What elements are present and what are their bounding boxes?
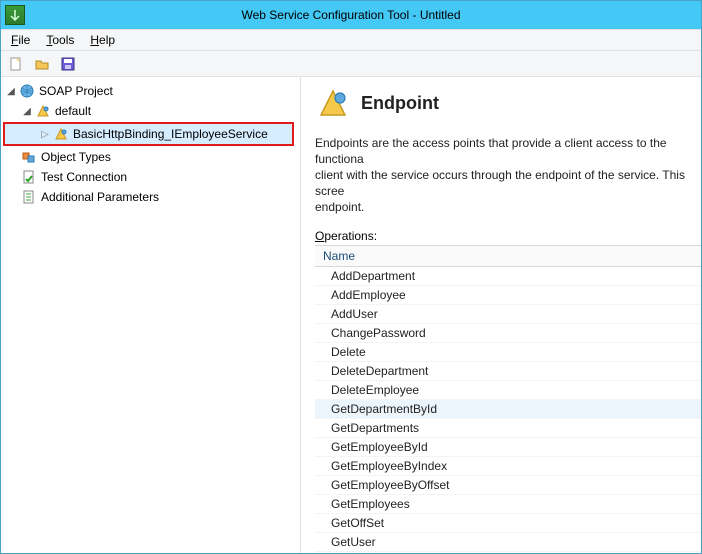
operation-row[interactable]: DeleteDepartment xyxy=(315,362,701,381)
operation-row[interactable]: GetUsers xyxy=(315,552,701,553)
desc-line-3: endpoint. xyxy=(315,199,701,215)
save-button[interactable] xyxy=(59,55,77,73)
operation-row[interactable]: AddUser xyxy=(315,305,701,324)
content-pane: Endpoint Endpoints are the access points… xyxy=(301,77,701,553)
menu-help-rest: elp xyxy=(99,33,115,47)
body: ◢ SOAP Project ◢ default ▷ BasicHttpBind… xyxy=(1,77,701,553)
test-connection-icon xyxy=(21,169,37,185)
content-header: Endpoint xyxy=(315,85,701,121)
operations-label-rest: perations: xyxy=(324,229,377,243)
endpoint-icon xyxy=(53,126,69,142)
expander-icon[interactable]: ◢ xyxy=(5,85,17,97)
tree-node-binding-label: BasicHttpBinding_IEmployeeService xyxy=(73,127,268,141)
operation-row[interactable]: GetEmployeeByIndex xyxy=(315,457,701,476)
desc-line-1: Endpoints are the access points that pro… xyxy=(315,135,701,167)
operation-row[interactable]: ChangePassword xyxy=(315,324,701,343)
tree-node-binding[interactable]: ▷ BasicHttpBinding_IEmployeeService xyxy=(5,124,292,144)
tree-root-soap-project[interactable]: ◢ SOAP Project xyxy=(3,81,298,101)
operation-row[interactable]: GetOffSet xyxy=(315,514,701,533)
operation-row[interactable]: Delete xyxy=(315,343,701,362)
tree-node-object-types[interactable]: Object Types xyxy=(3,147,298,167)
toolbar xyxy=(1,51,701,77)
tree-node-test-connection-label: Test Connection xyxy=(41,170,127,184)
expander-icon[interactable]: ◢ xyxy=(21,105,33,117)
tree-root-label: SOAP Project xyxy=(39,84,113,98)
endpoint-group-icon xyxy=(35,103,51,119)
menu-file[interactable]: File xyxy=(5,31,36,49)
tree-node-additional-parameters-label: Additional Parameters xyxy=(41,190,159,204)
operations-grid[interactable]: Name AddDepartmentAddEmployeeAddUserChan… xyxy=(315,245,701,553)
tree-node-default-label: default xyxy=(55,104,91,118)
operation-row[interactable]: GetDepartments xyxy=(315,419,701,438)
window-title: Web Service Configuration Tool - Untitle… xyxy=(242,8,461,22)
operation-row[interactable]: GetDepartmentById xyxy=(315,400,701,419)
globe-icon xyxy=(19,83,35,99)
endpoint-large-icon xyxy=(315,85,351,121)
menu-file-rest: ile xyxy=(18,33,30,47)
tree-node-test-connection[interactable]: Test Connection xyxy=(3,167,298,187)
content-heading: Endpoint xyxy=(361,93,439,114)
tree-node-default[interactable]: ◢ default xyxy=(3,101,298,121)
operation-row[interactable]: GetUser xyxy=(315,533,701,552)
operation-row[interactable]: AddDepartment xyxy=(315,267,701,286)
expander-icon[interactable]: ▷ xyxy=(39,128,51,140)
object-types-icon xyxy=(21,149,37,165)
operation-row[interactable]: GetEmployeeById xyxy=(315,438,701,457)
menu-tools[interactable]: Tools xyxy=(40,31,80,49)
tree-node-object-types-label: Object Types xyxy=(41,150,111,164)
title-bar: Web Service Configuration Tool - Untitle… xyxy=(1,1,701,29)
highlight-annotation: ▷ BasicHttpBinding_IEmployeeService xyxy=(3,122,294,146)
app-icon xyxy=(5,5,25,25)
operation-row[interactable]: GetEmployees xyxy=(315,495,701,514)
operations-label: Operations: xyxy=(315,229,701,243)
open-button[interactable] xyxy=(33,55,51,73)
operations-header-name[interactable]: Name xyxy=(315,246,701,267)
menu-bar: File Tools Help xyxy=(1,29,701,51)
tree-node-additional-parameters[interactable]: Additional Parameters xyxy=(3,187,298,207)
desc-line-2: client with the service occurs through t… xyxy=(315,167,701,199)
tree-pane: ◢ SOAP Project ◢ default ▷ BasicHttpBind… xyxy=(1,77,301,553)
new-button[interactable] xyxy=(7,55,25,73)
menu-help[interactable]: Help xyxy=(84,31,121,49)
operation-row[interactable]: GetEmployeeByOffset xyxy=(315,476,701,495)
content-description: Endpoints are the access points that pro… xyxy=(315,135,701,215)
operations-body: AddDepartmentAddEmployeeAddUserChangePas… xyxy=(315,267,701,553)
menu-tools-rest: ools xyxy=(52,33,74,47)
operation-row[interactable]: AddEmployee xyxy=(315,286,701,305)
operation-row[interactable]: DeleteEmployee xyxy=(315,381,701,400)
parameters-icon xyxy=(21,189,37,205)
